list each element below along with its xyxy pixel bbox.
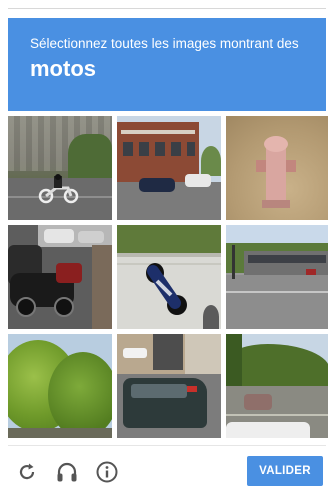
top-divider — [8, 8, 326, 9]
image-tile-7[interactable] — [8, 334, 112, 438]
challenge-header: Sélectionnez toutes les images montrant … — [8, 18, 326, 111]
fire-hydrant-shape — [256, 136, 296, 208]
image-tile-4[interactable] — [8, 225, 112, 329]
footer-divider — [8, 445, 326, 446]
reload-button[interactable] — [14, 459, 40, 485]
audio-challenge-button[interactable] — [54, 459, 80, 485]
parked-motorcycle-shape — [146, 263, 187, 315]
info-button[interactable] — [94, 459, 120, 485]
image-tile-3[interactable] — [226, 116, 328, 220]
reload-icon — [19, 463, 35, 480]
image-tile-8[interactable] — [117, 334, 221, 438]
info-icon — [96, 461, 118, 483]
image-tile-9[interactable] — [226, 334, 328, 438]
image-tile-2[interactable] — [117, 116, 221, 220]
headphones-icon — [57, 462, 77, 482]
target-object-label: motos — [30, 56, 96, 81]
motorcycle-rider-shape — [38, 174, 79, 204]
instruction-text: Sélectionnez toutes les images montrant … — [30, 36, 299, 51]
verify-button[interactable]: VALIDER — [247, 456, 323, 486]
image-tile-1[interactable] — [8, 116, 112, 220]
image-tile-6[interactable] — [226, 225, 328, 329]
image-tile-5[interactable] — [117, 225, 221, 329]
image-grid — [8, 116, 328, 438]
